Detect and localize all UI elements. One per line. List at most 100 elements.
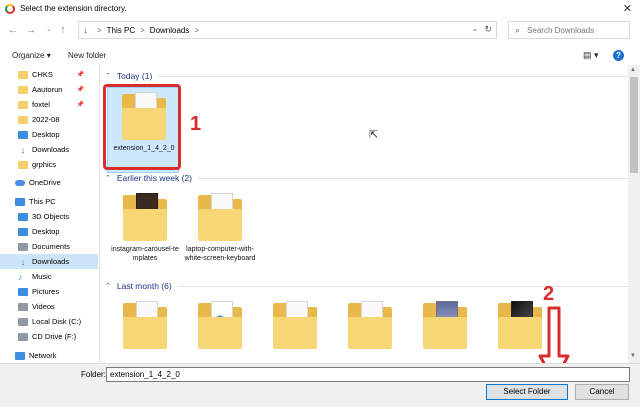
sidebar-item-label: Videos [32,302,55,311]
folder-icon [123,193,167,241]
folder-item[interactable] [184,297,256,363]
folder-item-laptop[interactable]: laptop-computer-with-white-screen-keyboa… [184,189,256,275]
organize-menu[interactable]: Organize ▾ [12,51,51,60]
folder-item[interactable] [109,297,181,363]
sidebar-item-videos[interactable]: Videos [0,299,98,314]
sidebar-item-desktop-quick[interactable]: Desktop [0,127,98,142]
folder-item[interactable] [409,297,481,363]
folder-icon [18,115,28,124]
pc-icon [15,197,25,206]
sidebar-item-label: Desktop [32,227,60,236]
sidebar-item-label: Aautorun [32,85,63,94]
chevron-up-icon[interactable]: ⌃ [105,282,111,290]
cloud-icon [15,179,25,186]
sidebar-item-local-disk[interactable]: Local Disk (C:) [0,314,98,329]
sidebar-item-network[interactable]: Network [0,348,98,363]
breadcrumb-downloads[interactable]: Downloads [150,26,190,35]
scrollbar-thumb[interactable] [630,77,638,173]
close-icon[interactable]: ✕ [623,2,632,15]
sidebar-item-music[interactable]: ♪ Music [0,269,98,284]
folder-item[interactable] [334,297,406,363]
pin-icon: 📌 [76,72,84,78]
folder-icon [18,160,28,169]
folder-icon [348,301,392,349]
sidebar-item-downloads[interactable]: ↓ Downloads [0,254,98,269]
title-bar: Select the extension directory. ✕ [0,0,640,17]
pin-icon: 📌 [76,102,84,108]
new-folder-button[interactable]: New folder [68,51,106,60]
search-input[interactable] [527,25,618,35]
cube-icon [18,212,28,221]
pin-icon: 📌 [76,87,84,93]
address-bar: ← → ⌄ ↑ ↓ > This PC > Downloads > ⌄ ↻ ⌕ [0,20,640,42]
navigation-pane: CHKS 📌 Aautorun 📌 foxtel 📌 2022-08 Deskt… [0,65,100,363]
sidebar-item-this-pc[interactable]: This PC [0,194,98,209]
sidebar-item-aautorun[interactable]: Aautorun 📌 [0,82,98,97]
search-icon: ⌕ [515,24,521,35]
up-arrow-icon[interactable]: ↑ [56,22,70,38]
desktop-icon [18,130,28,139]
breadcrumb-this-pc[interactable]: This PC [107,26,135,35]
folder-item[interactable] [259,297,331,363]
sidebar-item-downloads-quick[interactable]: ↓ Downloads [0,142,98,157]
breadcrumb-separator: > [97,25,102,35]
forward-arrow-icon[interactable]: → [24,22,38,38]
group-header-today[interactable]: ⌃ Today (1) [101,69,628,83]
annotation-number-two: 2 [543,283,555,305]
folder-name: instagram-carousel-templates [111,246,179,262]
vertical-scrollbar[interactable]: ▲ ▼ [628,65,640,363]
folder-icon [273,301,317,349]
sidebar-item-pictures[interactable]: Pictures [0,284,98,299]
sidebar-item-3d-objects[interactable]: 3D Objects [0,209,98,224]
chevron-up-icon[interactable]: ⌃ [105,174,111,182]
group-divider [158,75,628,77]
sidebar-item-documents[interactable]: Documents [0,239,98,254]
breadcrumb-separator: > [140,25,145,35]
network-icon [15,351,25,360]
folder-item-instagram[interactable]: instagram-carousel-templates [109,189,181,275]
chrome-icon [5,3,15,14]
folder-icon [198,301,242,349]
desktop-icon [18,227,28,236]
help-icon[interactable]: ? [613,49,624,61]
sidebar-item-cd-drive[interactable]: CD Drive (F:) [0,329,98,344]
folder-input[interactable] [106,367,630,382]
folder-icon [18,70,28,79]
group-title: Last month (6) [116,281,172,291]
select-folder-button[interactable]: Select Folder [486,384,568,400]
folder-icon [18,85,28,94]
folder-icon [18,100,28,109]
breadcrumb-separator: > [194,25,200,35]
window-title: Select the extension directory. [20,4,127,13]
dialog-footer: Folder: Select Folder Cancel [0,363,640,407]
sidebar-item-desktop[interactable]: Desktop [0,224,98,239]
sidebar-item-label: 2022-08 [32,115,60,124]
mouse-cursor-icon: ⇱ [369,129,379,141]
chevron-up-icon[interactable]: ⌃ [105,72,111,80]
sidebar-item-label: 3D Objects [32,212,70,221]
group-divider [197,177,628,179]
view-options-icon[interactable]: ▤ ▾ [583,50,599,61]
group-title: Earlier this week (2) [116,173,192,183]
scroll-up-icon[interactable]: ▲ [630,67,636,73]
sidebar-item-2022-08[interactable]: 2022-08 [0,112,98,127]
group-header-earlier[interactable]: ⌃ Earlier this week (2) [101,171,628,185]
sidebar-item-chks[interactable]: CHKS 📌 [0,67,98,82]
command-bar: Organize ▾ New folder ▤ ▾ ? [0,45,640,65]
refresh-icon[interactable]: ↻ [484,24,492,35]
sidebar-item-label: Desktop [32,130,60,139]
search-box[interactable]: ⌕ [508,21,630,39]
sidebar-item-foxtel[interactable]: foxtel 📌 [0,97,98,112]
address-box[interactable]: ↓ > This PC > Downloads > ⌄ ↻ [78,21,497,39]
disk-icon [18,317,28,326]
sidebar-item-label: CHKS [32,70,53,79]
recent-dropdown-icon[interactable]: ⌄ [42,22,56,38]
sidebar-item-grphics[interactable]: grphics [0,157,98,172]
scroll-down-icon[interactable]: ▼ [630,353,636,359]
sidebar-item-onedrive[interactable]: OneDrive [0,175,98,190]
folder-icon [498,301,542,349]
cancel-button[interactable]: Cancel [575,384,629,400]
annotation-number-one: 1 [190,113,202,135]
address-dropdown-icon[interactable]: ⌄ [472,25,478,33]
back-arrow-icon[interactable]: ← [6,22,20,38]
